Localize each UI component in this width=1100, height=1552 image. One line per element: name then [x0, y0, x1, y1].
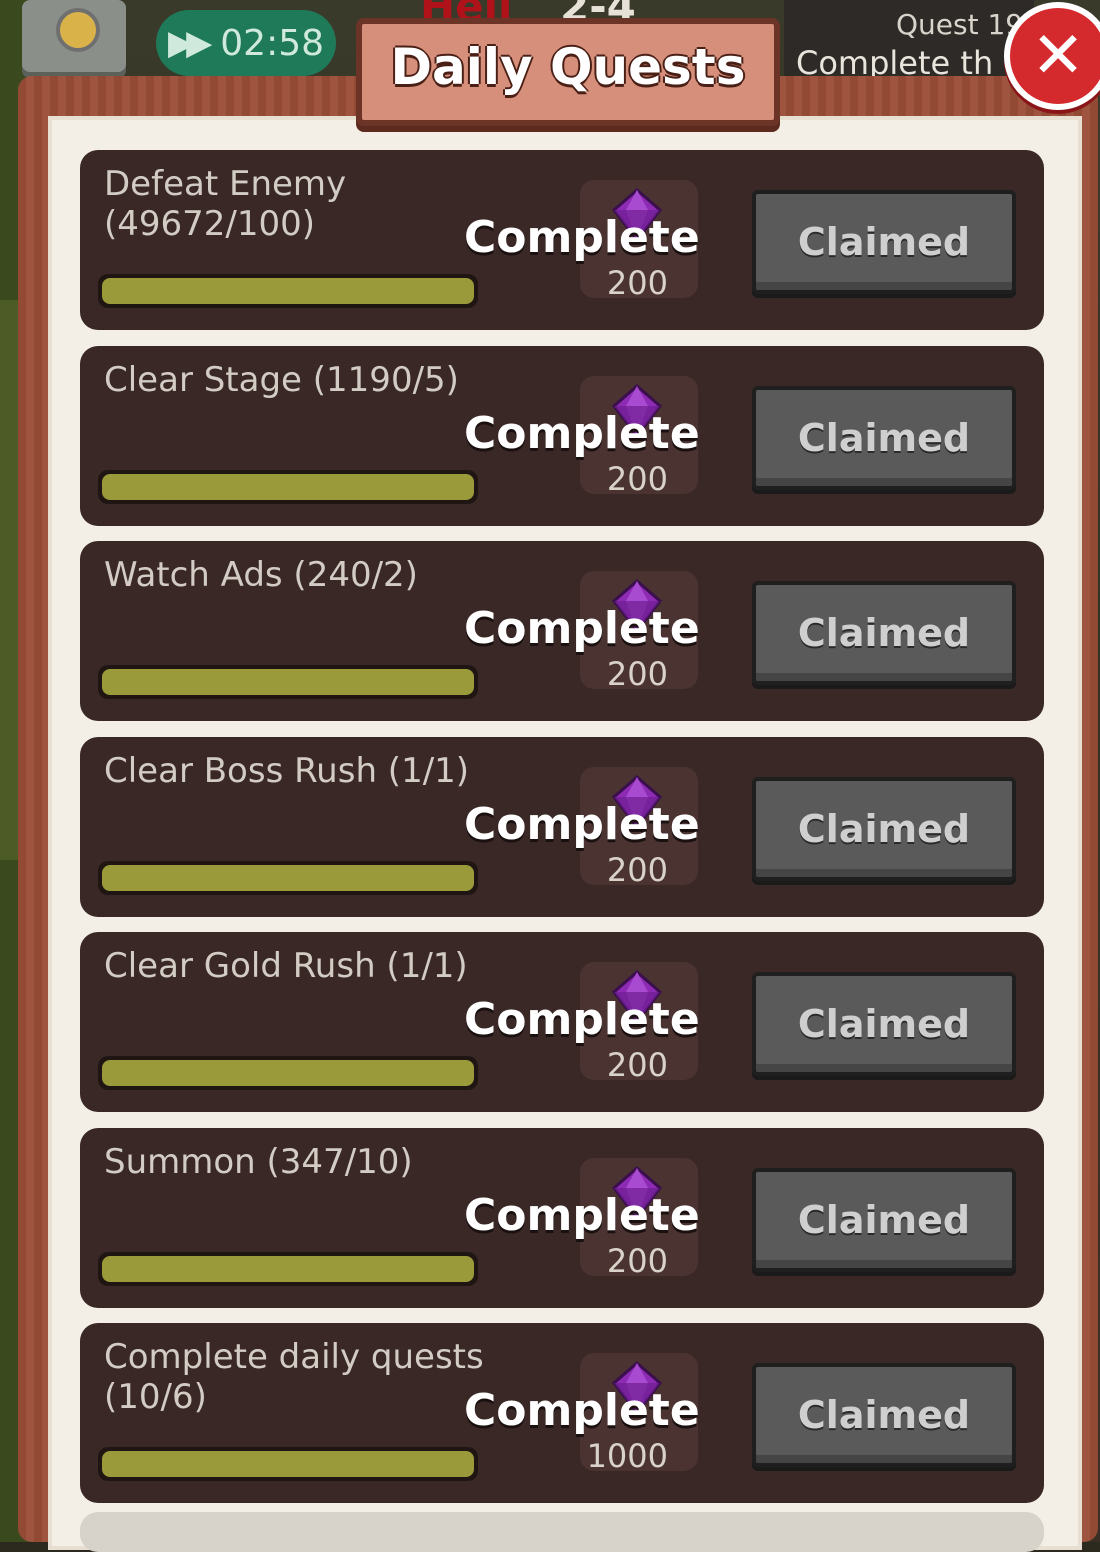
- quest-status: Complete: [464, 212, 700, 263]
- claimed-button-label: Claimed: [797, 416, 971, 460]
- claimed-button[interactable]: Claimed: [752, 386, 1016, 490]
- quest-row: Complete daily quests (10/6) Complete 10…: [80, 1323, 1044, 1503]
- reward-amount: 200: [606, 655, 668, 693]
- quest-status: Complete: [464, 1385, 700, 1436]
- quest-name: Watch Ads (240/2): [104, 555, 418, 595]
- reward-amount: 200: [606, 1046, 668, 1084]
- quest-progress-bar: [98, 1252, 478, 1286]
- reward-amount: 200: [606, 851, 668, 889]
- quest-progress-bar: [98, 1056, 478, 1090]
- popup-title-banner: Daily Quests: [356, 18, 780, 126]
- guild-emblem-icon[interactable]: [22, 0, 126, 78]
- claimed-button[interactable]: Claimed: [752, 1168, 1016, 1272]
- reward-amount: 1000: [586, 1437, 668, 1475]
- quest-progress-fill: [102, 278, 474, 304]
- quest-progress-fill: [102, 474, 474, 500]
- quest-row: Clear Stage (1190/5) Complete 200 Claime…: [80, 346, 1044, 526]
- quest-progress-bar: [98, 274, 478, 308]
- quest-name: Complete daily quests (10/6): [104, 1337, 484, 1417]
- quest-status: Complete: [464, 994, 700, 1045]
- quest-tracker-title: Quest 19: [896, 8, 1024, 41]
- quest-row: Summon (347/10) Complete 200 Claimed: [80, 1128, 1044, 1308]
- quest-progress-bar: [98, 1447, 478, 1481]
- quest-row-next: [80, 1512, 1044, 1552]
- quest-progress-fill: [102, 865, 474, 891]
- claimed-button[interactable]: Claimed: [752, 777, 1016, 881]
- quest-row: Defeat Enemy (49672/100) Complete 200 Cl…: [80, 150, 1044, 330]
- speed-timer[interactable]: ▶▶ 02:58: [156, 10, 336, 76]
- quest-status: Complete: [464, 603, 700, 654]
- claimed-button[interactable]: Claimed: [752, 190, 1016, 294]
- timer-value: 02:58: [220, 22, 325, 64]
- close-x-icon: ✕: [1031, 19, 1085, 93]
- cog-icon: [56, 8, 100, 52]
- reward-amount: 200: [606, 1242, 668, 1280]
- quest-name: Defeat Enemy (49672/100): [104, 164, 347, 244]
- claimed-button-label: Claimed: [797, 611, 971, 655]
- popup-title: Daily Quests: [390, 38, 746, 96]
- claimed-button-label: Claimed: [797, 220, 971, 264]
- claimed-button-label: Claimed: [797, 1002, 971, 1046]
- claimed-button-label: Claimed: [797, 1198, 971, 1242]
- claimed-button-label: Claimed: [797, 1393, 971, 1437]
- quest-progress-bar: [98, 861, 478, 895]
- quest-row: Watch Ads (240/2) Complete 200 Claimed: [80, 541, 1044, 721]
- fast-forward-icon: ▶▶: [167, 23, 212, 63]
- quest-progress-bar: [98, 665, 478, 699]
- quest-name: Summon (347/10): [104, 1142, 413, 1182]
- quest-progress-fill: [102, 669, 474, 695]
- quest-tracker[interactable]: Quest 19 Complete th: [784, 0, 1034, 84]
- quest-status: Complete: [464, 799, 700, 850]
- quest-name: Clear Boss Rush (1/1): [104, 751, 470, 791]
- quest-progress-fill: [102, 1256, 474, 1282]
- quest-row: Clear Gold Rush (1/1) Complete 200 Claim…: [80, 932, 1044, 1112]
- claimed-button-label: Claimed: [797, 807, 971, 851]
- quest-status: Complete: [464, 1190, 700, 1241]
- quest-row: Clear Boss Rush (1/1) Complete 200 Claim…: [80, 737, 1044, 917]
- quest-progress-bar: [98, 470, 478, 504]
- reward-amount: 200: [606, 264, 668, 302]
- claimed-button[interactable]: Claimed: [752, 1363, 1016, 1467]
- quest-name: Clear Stage (1190/5): [104, 360, 459, 400]
- claimed-button[interactable]: Claimed: [752, 581, 1016, 685]
- reward-amount: 200: [606, 460, 668, 498]
- quest-name: Clear Gold Rush (1/1): [104, 946, 468, 986]
- quest-progress-fill: [102, 1060, 474, 1086]
- quest-progress-fill: [102, 1451, 474, 1477]
- claimed-button[interactable]: Claimed: [752, 972, 1016, 1076]
- quest-status: Complete: [464, 408, 700, 459]
